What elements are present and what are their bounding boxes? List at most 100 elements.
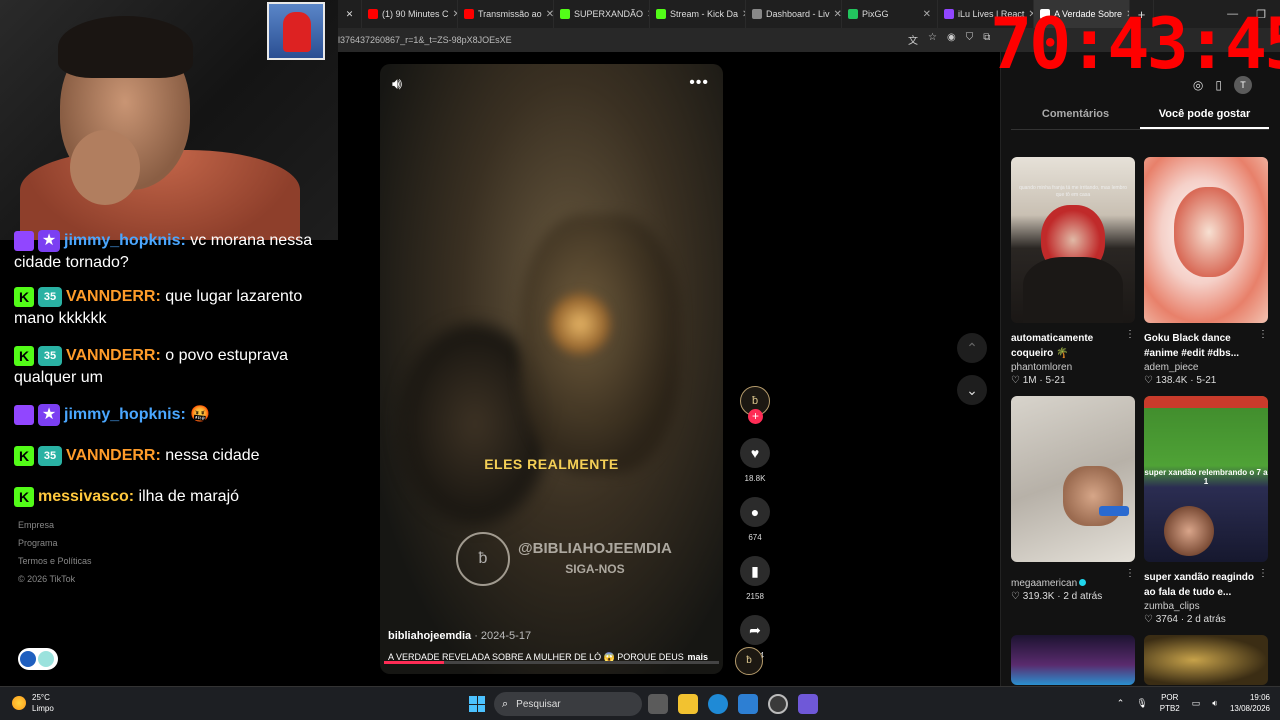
recommended-video-card[interactable] bbox=[1011, 635, 1135, 685]
streamer-hand bbox=[70, 130, 140, 205]
close-icon[interactable]: ✕ bbox=[834, 9, 841, 20]
browser-tab[interactable]: Transmissão ao ✕ bbox=[458, 0, 554, 28]
obs-icon[interactable] bbox=[768, 694, 788, 714]
weather-widget[interactable]: 25°C Limpo bbox=[12, 692, 54, 714]
card-stats: ♡ 3764 · 2 d atrás bbox=[1144, 614, 1226, 625]
card-title[interactable]: Goku Black dance #anime #edit #dbs... bbox=[1144, 331, 1260, 361]
follow-plus-icon[interactable]: + bbox=[748, 409, 763, 424]
volume-icon[interactable]: 🔊︎ bbox=[392, 76, 402, 94]
card-title[interactable]: automaticamente coqueiro 🌴 bbox=[1011, 331, 1127, 361]
close-icon[interactable]: ✕ bbox=[923, 9, 931, 20]
thumbnail-caption: super xandão relembrando o 7 a 1 bbox=[1144, 468, 1268, 486]
browser-tab[interactable]: Stream - Kick Da✕ bbox=[650, 0, 746, 28]
footer-link-program[interactable]: Programa bbox=[18, 534, 92, 552]
more-options-icon[interactable]: ⋮ bbox=[1258, 329, 1268, 340]
recommended-video-card[interactable] bbox=[1144, 635, 1268, 685]
tab-comments[interactable]: Comentários bbox=[1011, 108, 1140, 129]
stream-timer: 70:43:45 bbox=[990, 3, 1280, 85]
video-date: · 2024-5-17 bbox=[474, 630, 532, 642]
tab-you-may-like[interactable]: Você pode gostar bbox=[1140, 108, 1269, 129]
creator-avatar[interactable]: ƀ + bbox=[740, 386, 770, 424]
heart-icon[interactable]: ♥ bbox=[740, 438, 770, 468]
more-options-icon[interactable]: ⋮ bbox=[1125, 568, 1135, 579]
volume-icon[interactable]: 🔉︎ bbox=[1212, 698, 1218, 709]
video-thumbnail[interactable] bbox=[1011, 396, 1135, 562]
browser-tab[interactable]: (1) 90 Minutes C✕ bbox=[362, 0, 458, 28]
card-author[interactable]: megaamerican bbox=[1011, 578, 1077, 589]
kick-icon bbox=[560, 9, 570, 19]
card-title[interactable]: super xandão reagindo ao fala de tudo e.… bbox=[1144, 570, 1260, 600]
watermark-subtitle: SIGA-NOS bbox=[565, 562, 625, 576]
tv-mode-toggle[interactable] bbox=[18, 648, 58, 670]
card-author[interactable]: zumba_clips bbox=[1144, 601, 1268, 612]
panel-tabs: Comentários Você pode gostar bbox=[1011, 108, 1269, 130]
bookmark-icon[interactable]: ▮ bbox=[740, 556, 770, 586]
network-icon[interactable]: ▭ bbox=[1192, 698, 1201, 709]
sun-icon bbox=[12, 696, 26, 710]
comment-icon[interactable]: ● bbox=[740, 497, 770, 527]
browser-tab[interactable]: SUPERXANDÃO✕ bbox=[554, 0, 650, 28]
bookmark-star-icon[interactable]: ☆ bbox=[928, 32, 937, 47]
footer-link-terms[interactable]: Termos e Políticas bbox=[18, 552, 92, 570]
recommended-video-card[interactable]: quando minha franja tá me irritando, mas… bbox=[1011, 157, 1135, 386]
microphone-icon[interactable]: 🎙︎ bbox=[1136, 698, 1147, 709]
video-thumbnail[interactable]: quando minha franja tá me irritando, mas… bbox=[1011, 157, 1135, 323]
extension-icon[interactable]: ◉ bbox=[947, 32, 956, 47]
taskbar-search[interactable]: ⌕ Pesquisar bbox=[494, 692, 642, 716]
card-author[interactable]: adem_piece bbox=[1144, 362, 1268, 373]
url-field[interactable]: l376437260867_r=1&_t=ZS-98pX8JOEsXE bbox=[338, 35, 512, 45]
footer-link-company[interactable]: Empresa bbox=[18, 516, 92, 534]
recommended-video-card[interactable]: super xandão relembrando o 7 a 1 super x… bbox=[1144, 396, 1268, 625]
wall-poster bbox=[267, 2, 325, 60]
screen: ★ jimmy_hopknis: vc morana nessa cidade t… bbox=[0, 0, 1280, 720]
weather-condition: Limpo bbox=[32, 704, 54, 713]
next-video-button[interactable]: ⌄ bbox=[957, 375, 987, 405]
sub-badge: 35 bbox=[38, 445, 62, 466]
clock[interactable]: 19:06 13/08/2026 bbox=[1230, 692, 1270, 714]
video-author[interactable]: bibliahojeemdia bbox=[388, 630, 471, 642]
file-explorer-icon[interactable] bbox=[678, 694, 698, 714]
tab-close-icon[interactable]: ✕ bbox=[338, 0, 362, 28]
tray-arrow-icon[interactable]: ⌃ bbox=[1117, 698, 1125, 709]
comment-action[interactable]: ● 674 bbox=[733, 497, 777, 542]
sub-badge: 35 bbox=[38, 345, 62, 366]
previous-video-button[interactable]: ⌃ bbox=[957, 333, 987, 363]
task-view-icon[interactable] bbox=[648, 694, 668, 714]
footer-links: Empresa Programa Termos e Políticas © 20… bbox=[18, 516, 92, 588]
video-author-line: bibliahojeemdia · 2024-5-17 bbox=[388, 630, 531, 642]
video-player[interactable]: 🔊︎ ••• ELES REALMENTE ƀ @BIBLIAHOJEEMDIA… bbox=[380, 64, 723, 674]
recommended-video-card[interactable]: Goku Black dance #anime #edit #dbs... ⋮ … bbox=[1144, 157, 1268, 386]
chat-message: ★ jimmy_hopknis: vc morana nessa cidade t… bbox=[14, 230, 334, 274]
more-options-icon[interactable]: ••• bbox=[689, 74, 709, 92]
windows-start-icon[interactable] bbox=[469, 696, 485, 712]
star-badge-icon: ★ bbox=[38, 230, 60, 252]
edge-icon[interactable] bbox=[708, 694, 728, 714]
browser-tab[interactable]: Dashboard - Liv ✕ bbox=[746, 0, 842, 28]
more-options-icon[interactable]: ⋮ bbox=[1258, 568, 1268, 579]
card-author[interactable]: phantomloren bbox=[1011, 362, 1135, 373]
video-thumbnail[interactable] bbox=[1144, 157, 1268, 323]
video-progress-bar[interactable] bbox=[384, 661, 719, 664]
translate-icon[interactable]: 文 bbox=[908, 32, 918, 47]
like-action[interactable]: ♥ 18.8K bbox=[733, 438, 777, 483]
video-thumbnail[interactable]: super xandão relembrando o 7 a 1 bbox=[1144, 396, 1268, 562]
system-tray: ⌃ 🎙︎ POR PTB2 ▭ 🔉︎ 19:06 13/08/2026 bbox=[1117, 692, 1270, 714]
game-app-icon[interactable] bbox=[798, 694, 818, 714]
share-icon[interactable]: ➦ bbox=[740, 615, 770, 645]
recommended-video-card[interactable]: ⋮ megaamerican ♡ 319.3K · 2 d atrás bbox=[1011, 396, 1135, 602]
language-indicator[interactable]: POR PTB2 bbox=[1160, 692, 1180, 714]
shield-icon[interactable]: ⛉ bbox=[966, 32, 974, 47]
video-thumbnail[interactable] bbox=[1144, 635, 1268, 685]
temperature: 25°C bbox=[32, 693, 50, 702]
chat-username: VANNDERR: bbox=[66, 447, 161, 464]
video-thumbnail[interactable] bbox=[1011, 635, 1135, 685]
chat-text: nessa cidade bbox=[165, 447, 260, 464]
save-action[interactable]: ▮ 2158 bbox=[733, 556, 777, 601]
music-disc-icon[interactable]: ƀ bbox=[735, 647, 763, 675]
chat-message: ★ jimmy_hopknis: 🤬 bbox=[14, 404, 334, 426]
more-options-icon[interactable]: ⋮ bbox=[1125, 329, 1135, 340]
photos-icon[interactable] bbox=[738, 694, 758, 714]
like-count: 18.8K bbox=[744, 474, 766, 483]
browser-tab[interactable]: PixGG ✕ bbox=[842, 0, 938, 28]
close-icon[interactable]: ✕ bbox=[546, 9, 553, 20]
